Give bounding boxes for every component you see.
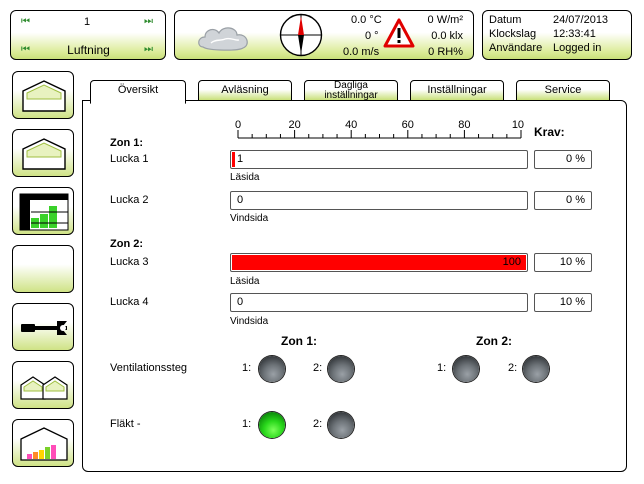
selector-number: 1 (83, 16, 91, 28)
step-indicator-light (259, 356, 285, 382)
scale-tick-label: 20 (288, 119, 300, 131)
fan-label: Fläkt - (110, 418, 141, 430)
temperature-value: 0.0 °C (351, 14, 382, 26)
vent-bar: 1 (230, 150, 528, 169)
cloud-icon (198, 27, 248, 51)
step-indicator-light (523, 356, 549, 382)
vent-label: Lucka 3 (110, 256, 149, 268)
sidebar-empty-button[interactable] (12, 245, 74, 293)
angle-value: 0 ° (365, 30, 379, 42)
step-label: 2: (313, 362, 323, 374)
multiple-greenhouses-icon (20, 376, 68, 400)
sidebar-statistics-button[interactable] (12, 419, 74, 467)
vent-bar-fill (232, 152, 235, 167)
tab-installningar[interactable]: Inställningar (410, 80, 504, 101)
zone-selector-panel: ⏮ 1 ⏭ ⏮ Luftning ⏭ (10, 10, 166, 60)
info-row-date: Datum 24/07/2013 (489, 14, 609, 26)
scale-tick-label: 40 (345, 119, 357, 131)
prev-icon[interactable]: ⏮ (21, 17, 33, 27)
vent-bar: 0 (230, 191, 528, 210)
tab-dagliga-installningar[interactable]: Dagliga inställningar (304, 80, 398, 101)
sidebar-service-button[interactable] (12, 303, 74, 351)
vent-krav-field[interactable]: 0 % (534, 191, 592, 210)
light-value: 0.0 klx (431, 30, 463, 42)
fan-indicator-light (259, 412, 285, 438)
wind-value: 0.0 m/s (343, 46, 380, 58)
step-label: 2: (508, 362, 518, 374)
tab-service[interactable]: Service (516, 80, 610, 101)
ventilation-steps-label: Ventilationssteg (110, 362, 188, 374)
vent-value: 1 (237, 153, 244, 165)
vent-zone2-header: Zon 2: (476, 334, 512, 348)
info-row-time: Klockslag 12:33:41 (489, 28, 596, 40)
zone2-title: Zon 2: (110, 238, 143, 250)
vent-value: 0 (237, 296, 244, 308)
fan-step-label: 1: (242, 418, 252, 430)
info-panel: Datum 24/07/2013 Klockslag 12:33:41 Anvä… (482, 10, 632, 60)
fan-step-label: 2: (313, 418, 323, 430)
sidebar-multi-greenhouse-button[interactable] (12, 361, 74, 409)
vent-label: Lucka 1 (110, 153, 149, 165)
humidity-value: 0 RH% (428, 46, 463, 58)
vent-krav-field[interactable]: 10 % (534, 293, 592, 312)
vent-zone1-header: Zon 1: (281, 334, 317, 348)
vent-label: Lucka 2 (110, 194, 149, 206)
krav-label: Krav: (534, 125, 565, 139)
sidebar-chart-button[interactable] (12, 187, 74, 235)
scale-tick-label: 60 (402, 119, 414, 131)
step-indicator-light (328, 356, 354, 382)
vent-side: Vindsida (230, 316, 269, 327)
vent-side: Vindsida (230, 213, 269, 224)
warning-icon[interactable] (383, 18, 415, 48)
radiation-value: 0 W/m² (427, 14, 463, 26)
greenhouse-icon (22, 80, 66, 112)
greenhouse-icon (22, 138, 66, 170)
scale-ruler: 0 20 40 60 80 100 (235, 119, 524, 139)
sidebar-greenhouse-button[interactable] (12, 71, 74, 119)
tab-oversikt[interactable]: Översikt (90, 80, 186, 104)
scale-tick-label: 100 (512, 119, 524, 131)
vent-bar: 0 (230, 293, 528, 312)
scale-tick-label: 80 (458, 119, 470, 131)
vent-bar: 100 (230, 253, 528, 272)
next-icon[interactable]: ⏭ (144, 17, 156, 27)
info-row-user: Användare Logged in (489, 42, 602, 54)
vent-side: Läsida (230, 172, 260, 183)
tab-label: Dagliga inställningar (324, 80, 378, 101)
step-label: 1: (242, 362, 252, 374)
vent-side: Läsida (230, 276, 260, 287)
vent-value: 100 (502, 256, 521, 268)
vent-label: Lucka 4 (110, 296, 149, 308)
fan-indicator-light (328, 412, 354, 438)
table-chart-icon (19, 193, 69, 231)
prev-category-icon[interactable]: ⏮ (21, 45, 33, 55)
vent-bar-fill (232, 255, 526, 270)
vent-krav-field[interactable]: 10 % (534, 253, 592, 272)
zone1-title: Zon 1: (110, 137, 143, 149)
weather-panel: 0.0 °C 0 ° 0.0 m/s 0 W/m² 0.0 klx 0 RH% (174, 10, 474, 60)
sidebar-greenhouse-overview-button[interactable] (12, 129, 74, 177)
vent-krav-field[interactable]: 0 % (534, 150, 592, 169)
step-indicator-light (453, 356, 479, 382)
tab-avlasning[interactable]: Avläsning (198, 80, 292, 101)
scale-tick-label: 0 (235, 119, 241, 131)
compass-icon (279, 13, 323, 57)
wrench-icon (21, 321, 67, 335)
greenhouse-bars-icon (20, 427, 68, 461)
step-label: 1: (437, 362, 447, 374)
next-category-icon[interactable]: ⏭ (144, 45, 156, 55)
vent-value: 0 (237, 194, 244, 206)
scale-axis: 0 20 40 60 80 100 (234, 118, 524, 142)
selector-label: Luftning (67, 43, 110, 57)
